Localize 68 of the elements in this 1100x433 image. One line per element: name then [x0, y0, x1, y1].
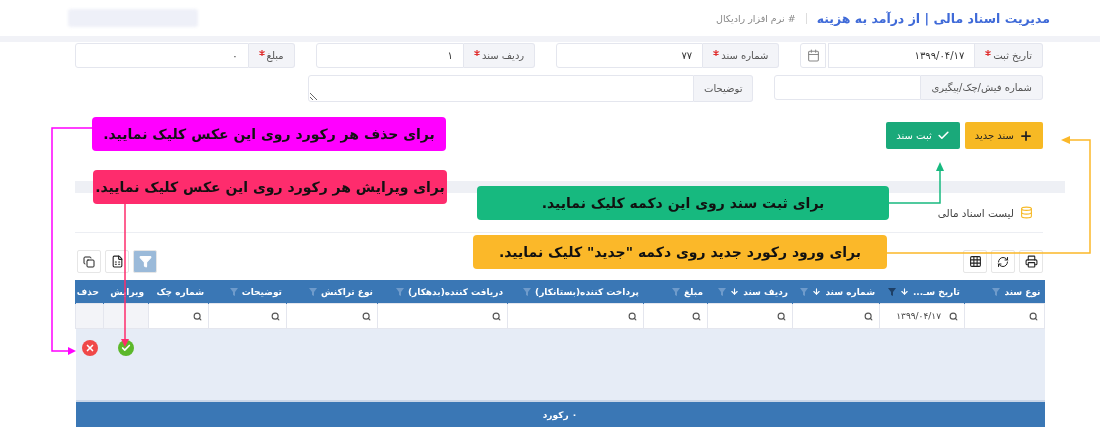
filter-icon[interactable]: [395, 287, 404, 296]
column-header[interactable]: پرداخت کننده(بستانکار): [507, 280, 644, 304]
column-header[interactable]: شماره سند: [792, 280, 880, 304]
page-title: مدیریت اسناد مالی | از درآمد به هزینه: [816, 10, 1050, 26]
print-button[interactable]: [1019, 250, 1043, 273]
column-header[interactable]: نوع سند: [964, 280, 1045, 304]
check-icon: [936, 129, 950, 142]
search-icon: [777, 311, 786, 321]
filter-icon[interactable]: [309, 287, 317, 296]
filter-icon[interactable]: [523, 287, 532, 296]
print-icon: [1024, 255, 1038, 268]
text-field[interactable]: ۷۷: [556, 43, 704, 68]
column-header[interactable]: شماره چک: [148, 280, 209, 304]
field-label: شماره سند: [703, 43, 780, 68]
search-icon: [692, 311, 701, 321]
copy-icon: [83, 255, 95, 268]
refresh-button[interactable]: [991, 250, 1015, 273]
column-header[interactable]: مبلغ: [643, 280, 708, 304]
filter-icon[interactable]: [718, 287, 727, 296]
text-field[interactable]: ۰: [75, 43, 249, 68]
calendar-icon: [806, 49, 820, 62]
search-icon: [271, 311, 280, 321]
search-icon: [492, 311, 501, 321]
search-icon: [362, 311, 371, 321]
calendar-button[interactable]: [800, 43, 827, 68]
field-label: مبلغ: [248, 43, 295, 68]
field-label: شماره فیش/چک/پیگیری: [921, 75, 1043, 100]
plus-icon: [1019, 128, 1033, 143]
text-field[interactable]: [774, 75, 922, 100]
delete-icon[interactable]: [81, 339, 98, 356]
filter-icon[interactable]: [992, 287, 1001, 296]
new-button[interactable]: سند جدید: [964, 122, 1043, 149]
field-label: تاریخ ثبت: [975, 43, 1043, 68]
database-icon: [1020, 206, 1033, 219]
field-label: توضیحات: [694, 75, 754, 102]
text-field[interactable]: ۱: [315, 43, 464, 68]
text-area[interactable]: [308, 75, 695, 102]
columns-button[interactable]: [963, 250, 987, 273]
refresh-icon: [997, 255, 1009, 268]
filter-icon[interactable]: [800, 287, 809, 296]
grid-icon: [968, 255, 982, 268]
callout-note: برای حذف هر رکورد روی این عکس کلیک نمایید.: [92, 117, 446, 151]
search-icon: [949, 311, 958, 321]
search-icon: [628, 311, 637, 321]
column-header[interactable]: نوع تراکنش: [286, 280, 378, 304]
field-label: ردیف سند: [463, 43, 536, 68]
callout-note: برای ورود رکورد جدید روی دکمه "جدید" کلیک نمایید.: [473, 235, 887, 269]
column-header[interactable]: حذف: [75, 280, 104, 304]
save-button[interactable]: ثبت سند: [886, 122, 960, 149]
filter-icon[interactable]: [671, 287, 680, 296]
list-title: لیست اسناد مالی: [937, 206, 1014, 219]
record-count: ۰ رکورد: [75, 401, 1045, 427]
column-header[interactable]: ردیف سند: [707, 280, 793, 304]
column-header[interactable]: توضیحات: [208, 280, 287, 304]
search-icon: [1029, 311, 1038, 321]
filter-icon[interactable]: [229, 287, 238, 296]
filter-icon: [138, 255, 152, 268]
callout-note: برای ویرایش هر رکورد روی این عکس کلیک نمایید.: [93, 170, 447, 204]
search-icon: [193, 311, 202, 321]
callout-note: برای ثبت سند روی این دکمه کلیک نمایید.: [477, 186, 889, 220]
spreadsheet-button[interactable]: [105, 250, 129, 273]
text-field[interactable]: ۱۳۹۹/۰۴/۱۷: [828, 43, 976, 68]
breadcrumb: # نرم افزار رادیکال: [716, 12, 807, 24]
search-icon: [864, 311, 873, 321]
column-header[interactable]: تاریخ سـ...: [879, 280, 965, 304]
filter-icon[interactable]: [887, 287, 896, 296]
column-header[interactable]: دریافت کننده(بدهکار): [377, 280, 508, 304]
spreadsheet-icon: [110, 255, 124, 268]
